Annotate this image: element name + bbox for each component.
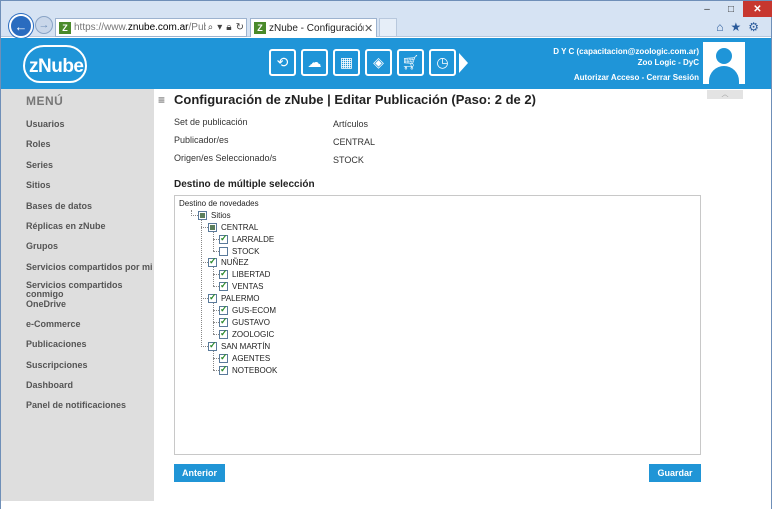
section-title: Destino de múltiple selección bbox=[174, 179, 315, 190]
checkbox-gus-ecom[interactable] bbox=[219, 304, 228, 315]
tab-favicon-icon: Z bbox=[254, 22, 266, 34]
back-button[interactable]: ← bbox=[9, 14, 33, 38]
checkbox-larralde[interactable] bbox=[219, 233, 228, 244]
tree-node-gus-ecom[interactable]: GUS-ECOM bbox=[219, 304, 276, 316]
tab-title: zNube - Configuración de z... bbox=[269, 22, 364, 34]
authorize-access-link[interactable]: Autorizar Acceso bbox=[574, 73, 640, 82]
sidebar-item-roles[interactable]: Roles bbox=[26, 138, 154, 158]
checkbox-sitios[interactable] bbox=[198, 211, 207, 220]
checkbox-gustavo[interactable] bbox=[219, 316, 228, 327]
chevron-up-icon: ︿ bbox=[721, 91, 729, 98]
tree-node-sitios[interactable]: Sitios bbox=[198, 210, 231, 221]
page-title: Configuración de zNube | Editar Publicac… bbox=[174, 92, 536, 107]
sidebar: MENÚ Usuarios Roles Series Sitios Bases … bbox=[1, 89, 154, 501]
previous-button[interactable]: Anterior bbox=[174, 464, 225, 482]
user-email: D Y C (capacitacion@zoologic.com.ar) bbox=[553, 47, 699, 56]
sidebar-item-servicios-compartidos-por-mi[interactable]: Servicios compartidos por mi bbox=[26, 261, 154, 281]
new-tab-button[interactable] bbox=[379, 18, 397, 37]
sidebar-item-publicaciones[interactable]: Publicaciones bbox=[26, 338, 154, 358]
tree-node-libertad[interactable]: LIBERTAD bbox=[219, 268, 270, 280]
cube-icon[interactable]: ◈ bbox=[365, 49, 392, 76]
avatar[interactable] bbox=[703, 42, 745, 84]
close-tab-icon[interactable]: ✕ bbox=[364, 22, 376, 35]
tree-node-san-martin[interactable]: SAN MARTÍN bbox=[208, 340, 270, 352]
save-button[interactable]: Guardar bbox=[649, 464, 701, 482]
tree-root-label: Destino de novedades bbox=[179, 199, 259, 208]
checkbox-libertad[interactable] bbox=[219, 268, 228, 279]
tree-node-palermo[interactable]: PALERMO bbox=[208, 292, 260, 304]
gear-icon[interactable]: ⚙ bbox=[748, 20, 759, 34]
grid-icon[interactable]: ▦ bbox=[333, 49, 360, 76]
sidebar-item-ecommerce[interactable]: e-Commerce bbox=[26, 318, 154, 338]
tree-node-stock[interactable]: STOCK bbox=[219, 246, 259, 257]
clock-icon[interactable]: ◷ bbox=[429, 49, 456, 76]
sidebar-item-grupos[interactable]: Grupos bbox=[26, 240, 154, 260]
user-icon bbox=[716, 48, 732, 64]
field-label-set: Set de publicación bbox=[174, 117, 248, 127]
tree-node-zoologic[interactable]: ZOOLOGIC bbox=[219, 328, 274, 340]
arrow-right-icon: → bbox=[38, 19, 50, 31]
star-icon[interactable]: ★ bbox=[730, 20, 741, 34]
sidebar-item-usuarios[interactable]: Usuarios bbox=[26, 118, 154, 138]
tree-node-central[interactable]: CENTRAL bbox=[208, 222, 258, 233]
close-window-button[interactable]: ✕ bbox=[743, 1, 772, 17]
znube-logo[interactable]: zNube bbox=[23, 43, 89, 83]
lock-icon[interactable]: 🔒︎ bbox=[226, 22, 231, 33]
sidebar-item-replicas[interactable]: Réplicas en zNube bbox=[26, 220, 154, 240]
checkbox-agentes[interactable] bbox=[219, 352, 228, 363]
tree-node-larralde[interactable]: LARRALDE bbox=[219, 233, 274, 245]
checkbox-ventas[interactable] bbox=[219, 280, 228, 291]
tree-node-notebook[interactable]: NOTEBOOK bbox=[219, 364, 277, 376]
field-label-origen: Origen/es Seleccionado/s bbox=[174, 153, 277, 163]
sidebar-item-panel-de-notificaciones[interactable]: Panel de notificaciones bbox=[26, 399, 154, 419]
sidebar-item-bases-de-datos[interactable]: Bases de datos bbox=[26, 200, 154, 220]
collapse-header-button[interactable]: ︿ bbox=[707, 90, 743, 99]
checkbox-stock[interactable] bbox=[219, 247, 228, 256]
checkbox-zoologic[interactable] bbox=[219, 328, 228, 339]
cloud-icon[interactable]: ☁ bbox=[301, 49, 328, 76]
tree-node-nunez[interactable]: NUÑEZ bbox=[208, 256, 249, 268]
checkbox-central[interactable] bbox=[208, 223, 217, 232]
minimize-button[interactable]: – bbox=[695, 1, 719, 17]
address-url[interactable]: https://www.znube.com.ar/Publication... bbox=[74, 22, 206, 33]
field-value-set: Artículos bbox=[333, 119, 369, 129]
tree-node-ventas[interactable]: VENTAS bbox=[219, 280, 263, 292]
forward-button[interactable]: → bbox=[35, 16, 53, 34]
refresh-icon[interactable]: ↻ bbox=[236, 22, 244, 33]
sidebar-item-sitios[interactable]: Sitios bbox=[26, 179, 154, 199]
sidebar-item-dashboard[interactable]: Dashboard bbox=[26, 379, 154, 399]
field-label-publicador: Publicador/es bbox=[174, 135, 229, 145]
user-company: Zoo Logic - DyC bbox=[637, 58, 699, 67]
field-value-origen: STOCK bbox=[333, 155, 364, 165]
sidebar-item-suscripciones[interactable]: Suscripciones bbox=[26, 359, 154, 379]
browser-window: ← → Z https://www.znube.com.ar/Publicati… bbox=[0, 0, 772, 509]
chevron-down-icon[interactable]: ▾ bbox=[217, 22, 222, 33]
next-arrow-icon[interactable] bbox=[459, 53, 468, 73]
arrow-left-icon: ← bbox=[14, 18, 28, 34]
cart-icon[interactable]: 🛒︎ bbox=[397, 49, 424, 76]
checkbox-nunez[interactable] bbox=[208, 256, 217, 267]
browser-toolbar: ← → Z https://www.znube.com.ar/Publicati… bbox=[1, 1, 772, 38]
sidebar-item-series[interactable]: Series bbox=[26, 159, 154, 179]
checkbox-notebook[interactable] bbox=[219, 364, 228, 375]
module-toolbar: ⟲ ☁ ▦ ◈ 🛒︎ ◷ bbox=[269, 49, 456, 76]
hamburger-menu-icon[interactable]: ≡ bbox=[158, 93, 165, 107]
tree-node-gustavo[interactable]: GUSTAVO bbox=[219, 316, 270, 328]
menu-title: MENÚ bbox=[26, 94, 64, 108]
checkbox-san-martin[interactable] bbox=[208, 340, 217, 351]
address-bar[interactable]: Z https://www.znube.com.ar/Publication..… bbox=[55, 18, 247, 37]
checkbox-palermo[interactable] bbox=[208, 292, 217, 303]
search-icon[interactable]: ⌕ bbox=[208, 22, 214, 33]
logout-link[interactable]: Cerrar Sesión bbox=[647, 73, 699, 82]
browser-tab[interactable]: Z zNube - Configuración de z... ✕ bbox=[250, 18, 377, 37]
favicon-icon: Z bbox=[59, 21, 71, 34]
home-icon[interactable]: ⌂ bbox=[716, 20, 723, 34]
tree-node-agentes[interactable]: AGENTES bbox=[219, 352, 270, 364]
sidebar-item-onedrive[interactable]: OneDrive bbox=[26, 298, 154, 318]
maximize-button[interactable]: □ bbox=[719, 1, 743, 17]
sync-icon[interactable]: ⟲ bbox=[269, 49, 296, 76]
app-header: zNube ⟲ ☁ ▦ ◈ 🛒︎ ◷ D Y C (capacitacion@z… bbox=[1, 38, 771, 89]
field-value-publicador: CENTRAL bbox=[333, 137, 376, 147]
user-info: D Y C (capacitacion@zoologic.com.ar) Zoo… bbox=[553, 47, 699, 82]
